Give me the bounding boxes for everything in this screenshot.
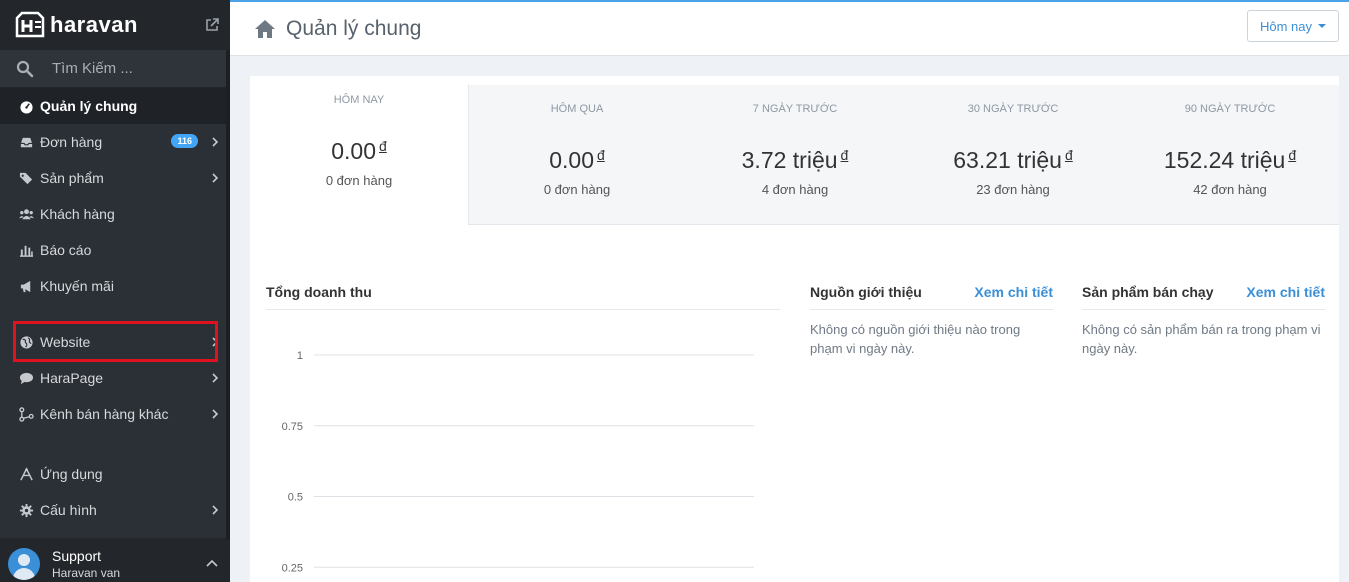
- dashboard-card: HÔM NAY 0.00 đ 0 đơn hàng HÔM QUA 0.00 đ 0…: [250, 76, 1339, 582]
- sidebar-item-label: Ứng dụng: [40, 466, 103, 482]
- stat-label: HÔM NAY: [333, 94, 385, 106]
- brand-name: haravan: [50, 12, 138, 37]
- stat-30-days[interactable]: 30 NGÀY TRƯỚC 63.21 triệu đ 23 đơn hàng: [904, 103, 1122, 197]
- nav-spacer: [0, 432, 230, 456]
- date-range-dropdown[interactable]: Hôm nay: [1246, 10, 1339, 42]
- stat-label: 30 NGÀY TRƯỚC: [967, 103, 1059, 115]
- sidebar-item-orders[interactable]: Đơn hàng 116: [0, 124, 230, 160]
- orders-count-badge: 116: [171, 134, 198, 148]
- sidebar-item-harapage[interactable]: HaraPage: [0, 360, 230, 396]
- sidebar-item-reports[interactable]: Báo cáo: [0, 232, 230, 268]
- referrals-title: Nguồn giới thiệu: [810, 284, 922, 300]
- inbox-icon: [18, 134, 34, 150]
- stat-today[interactable]: HÔM NAY 0.00 đ 0 đơn hàng: [250, 94, 468, 188]
- sidebar-item-promotions[interactable]: Khuyến mãi: [0, 268, 230, 304]
- comment-icon: [18, 370, 34, 386]
- bullhorn-icon: [18, 278, 34, 294]
- best-sellers-view-details-link[interactable]: Xem chi tiết: [1246, 284, 1325, 300]
- sidebar-item-customers[interactable]: Khách hàng: [0, 196, 230, 232]
- stat-value: 0.00 đ: [549, 147, 605, 173]
- stat-orders: 0 đơn hàng: [543, 182, 611, 197]
- chevron-right-icon: [212, 173, 219, 183]
- sidebar-item-label: Khuyến mãi: [40, 278, 114, 294]
- gear-icon: [18, 502, 34, 518]
- apps-icon: [18, 466, 34, 482]
- chevron-up-icon[interactable]: [206, 558, 218, 568]
- revenue-chart: 1 0.75 0.5 0.25: [266, 324, 780, 582]
- stat-90-days[interactable]: 90 NGÀY TRƯỚC 152.24 triệu đ 42 đơn hàng: [1121, 103, 1339, 197]
- avatar: [8, 548, 40, 580]
- page-title: Quản lý chung: [286, 16, 422, 40]
- stat-label: 7 NGÀY TRƯỚC: [752, 103, 838, 115]
- revenue-title: Tổng doanh thu: [266, 284, 780, 310]
- y-tick-label: 1: [297, 350, 303, 362]
- sidebar-item-label: Khách hàng: [40, 206, 115, 222]
- search-icon: [16, 60, 34, 77]
- chevron-right-icon: [212, 505, 219, 515]
- stat-label: 90 NGÀY TRƯỚC: [1184, 103, 1276, 115]
- sidebar-scrollbar[interactable]: [226, 50, 230, 540]
- stats-strip: HÔM NAY 0.00 đ 0 đơn hàng HÔM QUA 0.00 đ 0…: [250, 76, 1339, 225]
- referrals-empty-text: Không có nguồn giới thiệu nào trong phạm…: [810, 322, 1021, 356]
- external-link-icon[interactable]: [204, 17, 220, 33]
- search-input[interactable]: [52, 60, 202, 77]
- tags-icon: [18, 170, 34, 186]
- revenue-chart-svg: 1 0.75 0.5 0.25: [282, 350, 754, 574]
- caret-down-icon: [1318, 24, 1326, 28]
- stat-orders: 4 đơn hàng: [761, 182, 829, 197]
- stat-yesterday[interactable]: HÔM QUA 0.00 đ 0 đơn hàng: [468, 103, 686, 197]
- page-header: Quản lý chung Hôm nay: [230, 2, 1349, 56]
- chevron-right-icon: [212, 409, 219, 419]
- y-tick-label: 0.25: [282, 562, 303, 574]
- sidebar-item-label: HaraPage: [40, 370, 104, 386]
- stat-orders: 42 đơn hàng: [1193, 182, 1267, 197]
- sidebar-item-label: Quản lý chung: [40, 98, 138, 114]
- stat-value: 152.24 triệu đ: [1163, 147, 1297, 173]
- website-highlight-box: [13, 321, 218, 362]
- date-range-value: Hôm nay: [1259, 18, 1312, 34]
- referrals-panel: Nguồn giới thiệu Xem chi tiết Không có n…: [810, 284, 1053, 358]
- stat-7-days[interactable]: 7 NGÀY TRƯỚC 3.72 triệu đ 4 đơn hàng: [686, 103, 904, 197]
- chevron-right-icon: [212, 137, 219, 147]
- sidebar-item-dashboard[interactable]: Quản lý chung: [0, 88, 230, 124]
- haravan-logo-icon: [15, 11, 45, 38]
- stat-value: 63.21 triệu đ: [953, 147, 1073, 173]
- y-tick-label: 0.75: [282, 421, 303, 433]
- users-icon: [18, 206, 34, 222]
- share-nodes-icon: [18, 406, 34, 422]
- support-name: Support: [52, 548, 102, 564]
- sidebar-search: [0, 50, 230, 88]
- sidebar-item-label: Cấu hình: [40, 502, 97, 518]
- sidebar-item-settings[interactable]: Cấu hình: [0, 492, 230, 528]
- referrals-view-details-link[interactable]: Xem chi tiết: [974, 284, 1053, 300]
- sidebar-nav: Quản lý chung Đơn hàng 116 Sản phẩm Khác…: [0, 88, 230, 528]
- sidebar-item-label: Báo cáo: [40, 242, 92, 258]
- stat-label: HÔM QUA: [550, 103, 604, 115]
- chevron-right-icon: [212, 373, 219, 383]
- sidebar-item-label: Sản phẩm: [40, 170, 104, 186]
- dashboard-icon: [18, 98, 34, 114]
- sidebar-item-apps[interactable]: Ứng dụng: [0, 456, 230, 492]
- sidebar-item-label: Kênh bán hàng khác: [40, 406, 169, 422]
- home-icon: [255, 19, 275, 38]
- stat-orders: 0 đơn hàng: [325, 173, 393, 188]
- support-store-name: Haravan van: [52, 566, 121, 580]
- support-user-panel[interactable]: Support Haravan van: [0, 538, 230, 582]
- stat-value: 0.00 đ: [331, 138, 387, 164]
- sidebar-item-label: Đơn hàng: [40, 134, 103, 150]
- sidebar-item-products[interactable]: Sản phẩm: [0, 160, 230, 196]
- sidebar-item-other-channels[interactable]: Kênh bán hàng khác: [0, 396, 230, 432]
- best-sellers-panel: Sản phẩm bán chạy Xem chi tiết Không có …: [1082, 284, 1325, 358]
- brand-bar: haravan: [0, 0, 230, 50]
- best-sellers-title: Sản phẩm bán chạy: [1082, 284, 1214, 300]
- stat-orders: 23 đơn hàng: [976, 182, 1050, 197]
- sidebar: haravan Quản lý chung Đơn hàng 116: [0, 0, 230, 582]
- best-sellers-empty-text: Không có sản phẩm bán ra trong phạm vi n…: [1082, 322, 1321, 356]
- stat-value: 3.72 triệu đ: [741, 147, 849, 173]
- revenue-section: Tổng doanh thu 1 0.75 0.5 0.25: [266, 284, 780, 574]
- y-tick-label: 0.5: [288, 492, 303, 504]
- bar-chart-icon: [18, 242, 34, 258]
- brand-logo[interactable]: haravan: [14, 10, 138, 40]
